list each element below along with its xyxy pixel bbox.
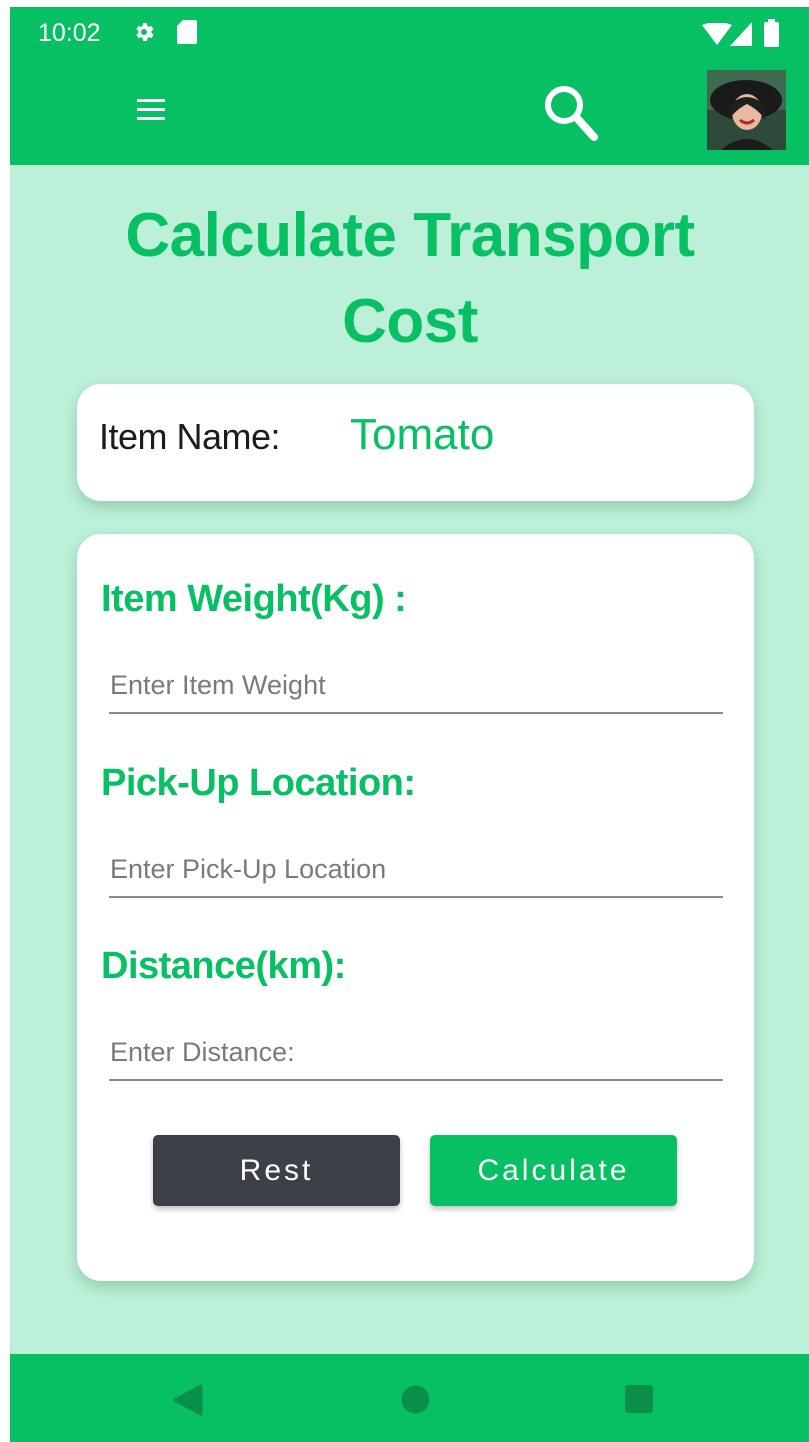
app-bar: 10:02 — [10, 7, 809, 165]
distance-input[interactable] — [109, 1025, 723, 1081]
item-name-value: Tomato — [350, 410, 495, 459]
profile-avatar[interactable] — [707, 70, 786, 150]
hamburger-icon[interactable] — [128, 95, 174, 125]
transport-form-card: Item Weight(Kg) : Pick-Up Location: Dist… — [77, 534, 754, 1281]
recents-icon[interactable] — [624, 1384, 654, 1414]
item-name-card: Item Name: Tomato — [77, 384, 754, 501]
weight-input[interactable] — [109, 658, 723, 714]
home-icon[interactable] — [400, 1384, 431, 1415]
calculate-button[interactable]: Calculate — [430, 1135, 677, 1206]
cell-signal-icon — [730, 22, 752, 46]
distance-label: Distance(km): — [101, 945, 346, 987]
system-nav-bar — [10, 1354, 809, 1442]
pickup-location-input[interactable] — [109, 842, 723, 898]
item-name-label: Item Name: — [99, 416, 281, 457]
gear-icon — [136, 23, 154, 41]
page-title: Calculate Transport Cost — [125, 201, 695, 356]
reset-button[interactable]: Rest — [153, 1135, 400, 1206]
search-icon[interactable] — [538, 81, 602, 145]
avatar-photo — [707, 70, 786, 150]
status-time: 10:02 — [38, 19, 101, 47]
sd-card-icon — [177, 20, 197, 44]
weight-label: Item Weight(Kg) : — [101, 578, 407, 620]
back-icon[interactable] — [173, 1384, 203, 1416]
pickup-location-label: Pick-Up Location: — [101, 762, 416, 804]
battery-icon — [764, 19, 779, 47]
wifi-icon — [702, 23, 732, 45]
app-screen: 10:02 Calculate Transport Cost Item Name… — [10, 7, 809, 1442]
